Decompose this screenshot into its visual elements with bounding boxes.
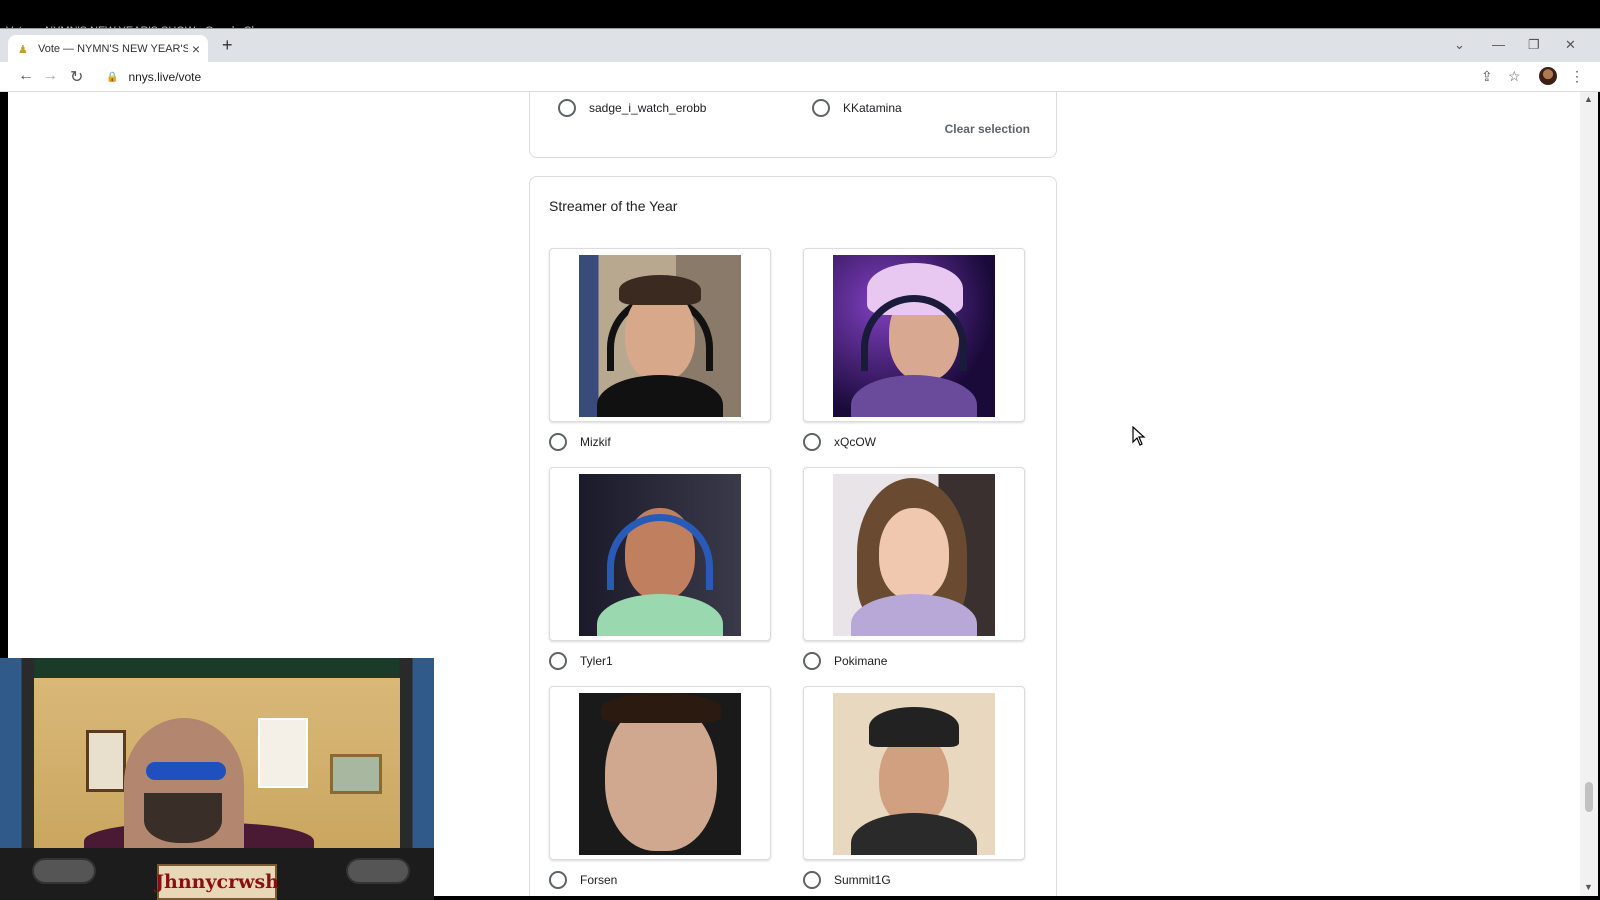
- forward-button[interactable]: →: [42, 67, 58, 85]
- photo-forsen: [579, 693, 741, 855]
- cap: [869, 707, 959, 747]
- window-blinds: [258, 718, 308, 788]
- webcam-overlay: Jhnnycrwsh: [0, 658, 434, 900]
- speaker-right: [346, 858, 410, 884]
- photo-pokimane: [833, 474, 995, 636]
- tab-title: Vote — NYMN'S NEW YEAR'S SH: [37, 43, 188, 55]
- photo-xqcow: [833, 255, 995, 417]
- scroll-down-icon[interactable]: ▼: [1584, 882, 1593, 892]
- profile-avatar[interactable]: [1539, 67, 1557, 85]
- photo-mizkif: [579, 255, 741, 417]
- photo-summit1g: [833, 693, 995, 855]
- scroll-up-icon[interactable]: ▲: [1584, 94, 1593, 104]
- os-top-bar: [0, 0, 1600, 28]
- option-label: Tyler1: [580, 654, 613, 668]
- option-kkatamina[interactable]: KKatamina: [812, 99, 902, 117]
- close-window-button[interactable]: ✕: [1565, 37, 1576, 53]
- option-summit1g[interactable]: Summit1G: [803, 871, 891, 889]
- page-scrollbar[interactable]: ▲ ▼: [1580, 92, 1598, 896]
- wall-picture: [86, 730, 126, 792]
- browser-tab[interactable]: ♟ Vote — NYMN'S NEW YEAR'S SH ×: [8, 35, 208, 63]
- streamer-of-the-year-card: Streamer of the Year Mizkif xQcOW Tyler1…: [529, 176, 1057, 896]
- url-text: nnys.live/vote: [128, 70, 202, 84]
- option-label: Forsen: [580, 873, 618, 887]
- bookmark-star-icon[interactable]: ☆: [1508, 68, 1521, 85]
- image-pokimane[interactable]: [803, 467, 1025, 641]
- lock-icon: 🔒: [106, 71, 119, 83]
- option-label: xQcOW: [834, 435, 876, 449]
- radio-button[interactable]: [549, 652, 567, 670]
- option-sadge[interactable]: sadge_i_watch_erobb: [558, 99, 706, 117]
- radio-button[interactable]: [549, 433, 567, 451]
- option-label: Summit1G: [834, 873, 891, 887]
- new-tab-button[interactable]: +: [222, 35, 233, 56]
- radio-button[interactable]: [558, 99, 576, 117]
- favicon-icon: ♟: [18, 43, 28, 56]
- goggles: [146, 762, 226, 780]
- wall-painting: [330, 754, 382, 794]
- question-title: Streamer of the Year: [549, 198, 678, 214]
- tab-strip: ♟ Vote — NYMN'S NEW YEAR'S SH × + ⌄ — ❐ …: [0, 28, 1600, 63]
- webcam-scene: [34, 678, 400, 868]
- tab-search-icon[interactable]: ⌄: [1454, 37, 1465, 53]
- option-label: sadge_i_watch_erobb: [589, 101, 707, 115]
- option-label: Pokimane: [834, 654, 888, 668]
- option-xqcow[interactable]: xQcOW: [803, 433, 876, 451]
- option-label: KKatamina: [843, 101, 902, 115]
- option-tyler1[interactable]: Tyler1: [549, 652, 613, 670]
- minimize-button[interactable]: —: [1492, 37, 1505, 52]
- radio-button[interactable]: [549, 871, 567, 889]
- reload-button[interactable]: ↻: [70, 67, 83, 87]
- image-forsen[interactable]: [549, 686, 771, 860]
- option-forsen[interactable]: Forsen: [549, 871, 617, 889]
- image-summit1g[interactable]: [803, 686, 1025, 860]
- chrome-menu-icon[interactable]: ⋮: [1570, 68, 1584, 85]
- face: [879, 508, 949, 600]
- radio-button[interactable]: [803, 871, 821, 889]
- back-button[interactable]: ←: [18, 67, 34, 85]
- restore-button[interactable]: ❐: [1528, 37, 1540, 53]
- nameplate: Jhnnycrwsh: [155, 864, 279, 900]
- option-label: Mizkif: [580, 435, 611, 449]
- radio-button[interactable]: [803, 433, 821, 451]
- face: [605, 701, 717, 851]
- photo-tyler1: [579, 474, 741, 636]
- image-mizkif[interactable]: [549, 248, 771, 422]
- previous-question-card: sadge_i_watch_erobb KKatamina Clear sele…: [529, 92, 1057, 158]
- clear-selection-button[interactable]: Clear selection: [945, 122, 1030, 136]
- option-pokimane[interactable]: Pokimane: [803, 652, 887, 670]
- address-bar[interactable]: 🔒 nnys.live/vote: [98, 65, 1478, 89]
- hair: [601, 693, 721, 723]
- beard: [144, 793, 222, 843]
- tab-close-icon[interactable]: ×: [192, 41, 200, 57]
- radio-button[interactable]: [803, 652, 821, 670]
- radio-button[interactable]: [812, 99, 830, 117]
- image-tyler1[interactable]: [549, 467, 771, 641]
- speaker-left: [32, 858, 96, 884]
- browser-toolbar: ← → ↻ 🔒 nnys.live/vote ⇪ ☆ ⋮: [0, 62, 1600, 92]
- scrollbar-thumb[interactable]: [1585, 782, 1593, 812]
- image-xqcow[interactable]: [803, 248, 1025, 422]
- share-icon[interactable]: ⇪: [1481, 68, 1493, 85]
- option-mizkif[interactable]: Mizkif: [549, 433, 611, 451]
- hair: [619, 275, 701, 305]
